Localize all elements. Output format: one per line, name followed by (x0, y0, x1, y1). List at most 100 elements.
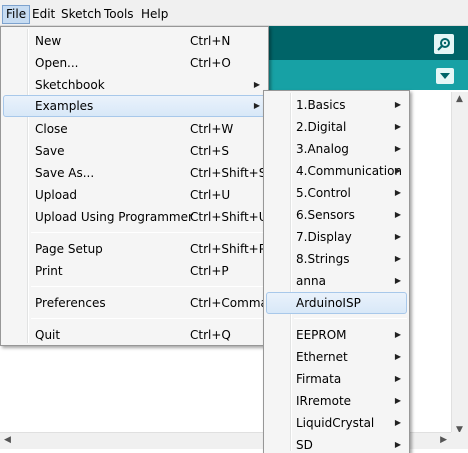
menu-item-open[interactable]: Open... Ctrl+O (3, 52, 266, 74)
examples-item-irremote[interactable]: IRremote ▶ (266, 390, 407, 412)
menu-item-shortcut: Ctrl+Shift+P (190, 242, 266, 256)
menu-help[interactable]: Help (138, 5, 171, 24)
vertical-scrollbar[interactable]: ▲ ▼ (451, 92, 468, 437)
submenu-arrow-icon: ▶ (394, 144, 401, 153)
menu-item-shortcut: Ctrl+U (190, 188, 231, 202)
examples-item-basics[interactable]: 1.Basics ▶ (266, 94, 407, 116)
menu-item-upload-using-programmer[interactable]: Upload Using Programmer Ctrl+Shift+U (3, 206, 268, 228)
menu-item-shortcut: Ctrl+Shift+U (190, 210, 268, 224)
menu-item-label: Sketchbook (35, 78, 105, 92)
submenu-arrow-icon: ▶ (253, 80, 260, 89)
examples-item-eeprom[interactable]: EEPROM ▶ (266, 324, 407, 346)
menu-item-shortcut: Ctrl+Q (190, 328, 231, 342)
menu-item-label: Close (35, 122, 68, 136)
menu-separator (31, 318, 266, 319)
menu-item-label: IRremote (296, 394, 352, 408)
menu-item-print[interactable]: Print Ctrl+P (3, 260, 266, 282)
tab-menu-button[interactable] (436, 68, 454, 84)
menu-item-shortcut: Ctrl+O (190, 56, 231, 70)
menu-item-label: 7.Display (296, 230, 352, 244)
menu-item-label: anna (296, 274, 326, 288)
menu-item-label: 2.Digital (296, 120, 347, 134)
serial-monitor-icon (437, 38, 450, 51)
menu-item-label: Save (35, 144, 65, 158)
menu-item-label: Upload (35, 188, 78, 202)
submenu-arrow-icon: ▶ (394, 330, 401, 339)
menu-item-label: Preferences (35, 296, 106, 310)
menu-item-page-setup[interactable]: Page Setup Ctrl+Shift+P (3, 238, 266, 260)
chevron-down-icon (440, 73, 450, 79)
menu-separator (31, 286, 266, 287)
menu-item-label: Examples (35, 99, 94, 113)
examples-item-analog[interactable]: 3.Analog ▶ (266, 138, 407, 160)
examples-item-arduinoisp[interactable]: ArduinoISP (266, 292, 407, 314)
submenu-arrow-icon: ▶ (394, 276, 401, 285)
submenu-arrow-icon: ▶ (394, 396, 401, 405)
menu-item-label: New (35, 34, 62, 48)
submenu-arrow-icon: ▶ (394, 440, 401, 449)
menu-item-save-as[interactable]: Save As... Ctrl+Shift+S (3, 162, 266, 184)
menu-item-shortcut: Ctrl+Shift+S (190, 166, 267, 180)
menu-item-examples[interactable]: Examples ▶ (3, 95, 266, 117)
menu-item-label: ArduinoISP (296, 296, 361, 310)
menu-item-label: Save As... (35, 166, 95, 180)
menu-item-label: 5.Control (296, 186, 351, 200)
menu-item-new[interactable]: New Ctrl+N (3, 30, 266, 52)
menu-item-shortcut: Ctrl+Comma (190, 296, 268, 310)
menu-item-label: Page Setup (35, 242, 103, 256)
menu-item-label: Firmata (296, 372, 342, 386)
menu-item-shortcut: Ctrl+W (190, 122, 234, 136)
menu-item-preferences[interactable]: Preferences Ctrl+Comma (3, 292, 268, 314)
menu-file[interactable]: File (2, 5, 31, 24)
examples-item-ethernet[interactable]: Ethernet ▶ (266, 346, 407, 368)
examples-submenu: 1.Basics ▶ 2.Digital ▶ 3.Analog ▶ 4.Comm… (263, 90, 410, 453)
examples-item-anna[interactable]: anna ▶ (266, 270, 407, 292)
menu-item-label: 3.Analog (296, 142, 349, 156)
menu-item-label: Quit (35, 328, 61, 342)
examples-item-digital[interactable]: 2.Digital ▶ (266, 116, 407, 138)
menu-item-close[interactable]: Close Ctrl+W (3, 118, 266, 140)
menu-item-label: 6.Sensors (296, 208, 355, 222)
submenu-arrow-icon: ▶ (394, 232, 401, 241)
menu-item-shortcut: Ctrl+P (190, 264, 229, 278)
menu-sketch[interactable]: Sketch (58, 5, 104, 24)
examples-item-sd[interactable]: SD ▶ (266, 434, 407, 453)
examples-item-firmata[interactable]: Firmata ▶ (266, 368, 407, 390)
examples-item-display[interactable]: 7.Display ▶ (266, 226, 407, 248)
examples-item-strings[interactable]: 8.Strings ▶ (266, 248, 407, 270)
scroll-left-icon[interactable]: ◀ (4, 435, 11, 445)
submenu-arrow-icon: ▶ (394, 122, 401, 131)
scroll-right-icon[interactable]: ▶ (440, 435, 447, 445)
menu-tools[interactable]: Tools (101, 5, 137, 24)
submenu-arrow-icon: ▶ (394, 352, 401, 361)
menu-item-label: Open... (35, 56, 79, 70)
menu-item-quit[interactable]: Quit Ctrl+Q (3, 324, 266, 346)
submenu-arrow-icon: ▶ (394, 374, 401, 383)
submenu-arrow-icon: ▶ (394, 254, 401, 263)
menu-item-label: 1.Basics (296, 98, 346, 112)
menu-item-shortcut: Ctrl+S (190, 144, 230, 158)
examples-item-liquidcrystal[interactable]: LiquidCrystal ▶ (266, 412, 407, 434)
menu-item-upload[interactable]: Upload Ctrl+U (3, 184, 266, 206)
menu-item-label: 8.Strings (296, 252, 350, 266)
menu-separator (31, 232, 266, 233)
menu-item-sketchbook[interactable]: Sketchbook ▶ (3, 74, 266, 96)
examples-item-communication[interactable]: 4.Communication ▶ (266, 160, 407, 182)
submenu-arrow-icon: ▶ (394, 418, 401, 427)
menu-edit[interactable]: Edit (29, 5, 58, 24)
scroll-up-icon[interactable]: ▲ (456, 94, 463, 104)
serial-monitor-button[interactable] (434, 34, 454, 54)
menu-item-label: Upload Using Programmer (35, 210, 193, 224)
file-menu: New Ctrl+N Open... Ctrl+O Sketchbook ▶ E… (0, 26, 269, 346)
scrollbar-corner (451, 432, 468, 449)
submenu-arrow-icon: ▶ (394, 210, 401, 219)
menu-item-save[interactable]: Save Ctrl+S (3, 140, 266, 162)
menu-separator (294, 318, 407, 319)
menu-item-label: Print (35, 264, 63, 278)
examples-item-sensors[interactable]: 6.Sensors ▶ (266, 204, 407, 226)
examples-item-control[interactable]: 5.Control ▶ (266, 182, 407, 204)
submenu-arrow-icon: ▶ (394, 100, 401, 109)
submenu-arrow-icon: ▶ (394, 166, 401, 175)
menu-item-label: Ethernet (296, 350, 348, 364)
submenu-arrow-icon: ▶ (394, 188, 401, 197)
